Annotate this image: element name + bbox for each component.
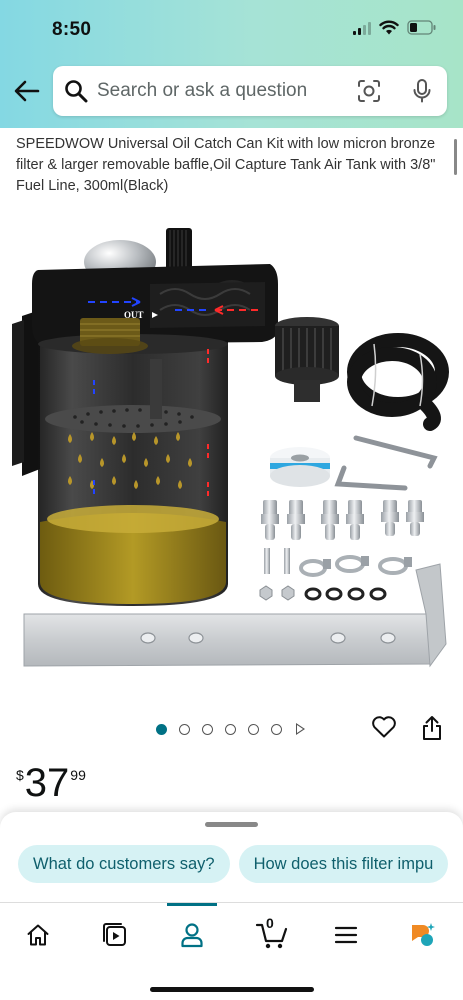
product-title[interactable]: SPEEDWOW Universal Oil Catch Can Kit wit… — [16, 134, 436, 197]
home-indicator — [150, 987, 314, 992]
product-price: $ 37 99 — [16, 760, 86, 806]
back-button[interactable] — [12, 76, 42, 106]
nav-menu[interactable] — [326, 915, 366, 955]
app-screen: 8:50 Search or ask a question SPEEDWOW U… — [0, 0, 463, 1000]
carousel-dot[interactable] — [248, 723, 259, 735]
product-image[interactable]: OUT — [0, 214, 463, 694]
search-row — [0, 66, 463, 116]
active-tab-indicator — [167, 903, 217, 906]
nav-cart[interactable]: 0 — [250, 915, 294, 955]
ask-rufus-sheet[interactable]: What do customers say? How does this fil… — [0, 812, 463, 912]
image-carousel-indicator[interactable] — [156, 723, 305, 735]
wifi-icon — [379, 20, 399, 35]
hamburger-icon — [334, 926, 358, 944]
person-icon — [181, 923, 203, 948]
camera-scan-icon[interactable] — [357, 79, 381, 103]
hex-keys — [334, 435, 438, 491]
sheet-grabber[interactable] — [205, 822, 258, 827]
carousel-dot[interactable] — [179, 723, 190, 735]
carousel-dot[interactable] — [202, 723, 213, 735]
screws-and-clamps — [259, 548, 412, 601]
carousel-dot[interactable] — [156, 723, 167, 735]
share-icon — [423, 716, 441, 740]
heart-icon — [372, 716, 396, 738]
wishlist-button[interactable] — [371, 715, 397, 744]
nav-inspire[interactable] — [95, 915, 135, 955]
nav-home[interactable] — [18, 915, 58, 955]
rufus-icon — [412, 923, 435, 946]
suggestion-chip[interactable]: How does this filter impu — [238, 845, 449, 883]
home-icon — [27, 924, 49, 946]
status-icons — [353, 20, 437, 35]
play-icon — [103, 923, 126, 946]
header: 8:50 — [0, 0, 463, 128]
carousel-dot[interactable] — [225, 723, 236, 735]
battery-icon — [407, 20, 436, 35]
video-indicator-icon[interactable] — [296, 723, 305, 735]
bottom-navigation: 0 — [0, 902, 463, 1000]
share-button[interactable] — [420, 715, 444, 746]
breather-filter — [275, 317, 339, 402]
suggestion-chip[interactable]: What do customers say? — [18, 845, 230, 883]
status-bar: 8:50 — [0, 0, 463, 60]
nav-account[interactable] — [172, 915, 212, 955]
scrollbar — [454, 139, 457, 175]
search-icon — [65, 80, 88, 103]
carousel-dot[interactable] — [271, 723, 282, 735]
price-currency: $ — [16, 767, 24, 783]
price-whole: 37 — [24, 761, 70, 805]
search-input[interactable] — [97, 78, 347, 104]
status-time: 8:50 — [52, 19, 92, 40]
microphone-icon[interactable] — [411, 78, 433, 104]
search-bar[interactable] — [53, 66, 447, 116]
suggestion-chips: What do customers say? How does this fil… — [18, 845, 449, 883]
hose-fittings — [261, 500, 424, 540]
fuel-line-hose — [347, 333, 449, 431]
baffle-plate — [45, 405, 221, 433]
price-fraction: 99 — [70, 767, 86, 783]
nav-rufus[interactable] — [402, 915, 442, 955]
arrow-left-icon — [14, 80, 40, 102]
cellular-signal-icon — [353, 21, 371, 35]
thread-seal-tape — [270, 447, 330, 487]
cart-count-badge: 0 — [266, 915, 274, 931]
